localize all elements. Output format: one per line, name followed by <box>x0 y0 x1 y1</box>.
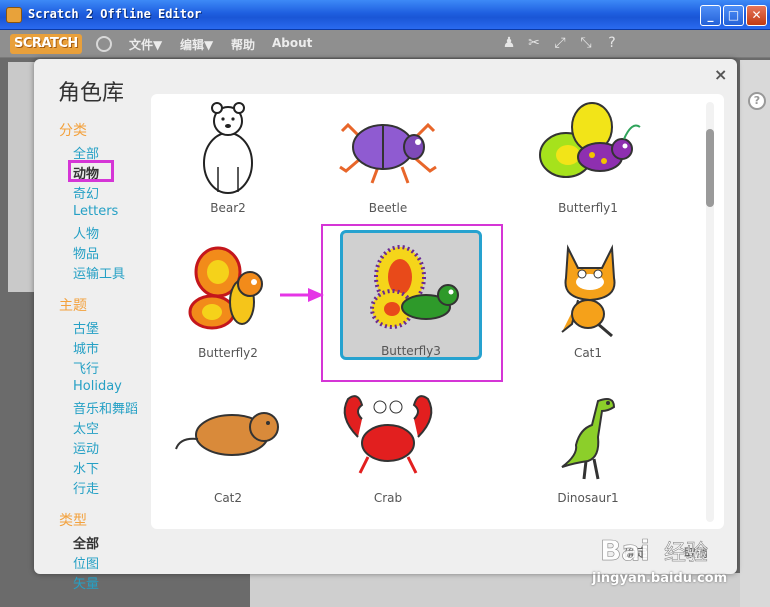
theme-castle[interactable]: 古堡 <box>73 318 99 337</box>
watermark-url: jingyan.baidu.com <box>592 571 728 586</box>
theme-heading: 主题 <box>59 298 87 314</box>
grow-icon[interactable]: ⤢ <box>552 35 568 51</box>
type-all[interactable]: 全部 <box>73 533 99 552</box>
sprite-label: Dinosaur1 <box>557 491 619 505</box>
svg-text:Bai: Bai <box>600 534 650 567</box>
scrollbar-thumb[interactable] <box>706 129 714 207</box>
sprite-beetle[interactable]: Beetle <box>317 97 459 227</box>
globe-icon[interactable] <box>96 36 112 52</box>
category-letters[interactable]: Letters <box>73 204 118 219</box>
menu-file[interactable]: 文件▼ <box>129 36 162 53</box>
sprite-label: Beetle <box>368 201 408 215</box>
sprite-cat1[interactable]: Cat1 <box>517 242 659 372</box>
theme-holiday[interactable]: Holiday <box>73 379 122 394</box>
dialog-close-icon[interactable]: × <box>714 65 727 84</box>
beetle-icon <box>339 122 437 184</box>
category-things[interactable]: 物品 <box>73 243 99 262</box>
sprite-label: Cat2 <box>213 491 243 505</box>
theme-city[interactable]: 城市 <box>73 338 99 357</box>
annotation-highlight-frame <box>321 224 503 382</box>
sprite-label: Butterfly2 <box>198 346 258 360</box>
scripts-area-background <box>740 60 770 607</box>
minimize-button[interactable]: _ <box>700 5 721 26</box>
sprite-butterfly1[interactable]: Butterfly1 <box>517 97 659 227</box>
menu-help[interactable]: 帮助 <box>231 36 255 53</box>
dinosaur-icon <box>561 398 616 480</box>
sprite-library-dialog: 角色库 × 分类 全部 动物 奇幻 Letters 人物 物品 运输工具 主题 … <box>34 59 737 592</box>
shrink-icon[interactable]: ⤡ <box>578 35 594 51</box>
theme-space[interactable]: 太空 <box>73 418 99 437</box>
cat-icon <box>175 412 279 456</box>
sprite-label: Cat1 <box>573 346 603 360</box>
maximize-button[interactable]: □ <box>723 5 744 26</box>
theme-music-dance[interactable]: 音乐和舞蹈 <box>73 398 138 417</box>
cat-icon <box>561 244 616 338</box>
sprite-cat2[interactable]: Cat2 <box>157 387 299 517</box>
svg-text:经验: 经验 <box>664 541 708 566</box>
butterfly-icon <box>539 102 641 178</box>
window-title: Scratch 2 Offline Editor <box>28 7 202 21</box>
scratch-logo[interactable]: SCRATCH <box>10 34 82 54</box>
type-heading: 类型 <box>59 513 87 529</box>
sprite-crab[interactable]: Crab <box>317 387 459 517</box>
sprite-label: Butterfly1 <box>558 201 618 215</box>
theme-walking[interactable]: 行走 <box>73 478 99 497</box>
arrow-right-icon <box>280 288 324 302</box>
close-window-button[interactable]: ✕ <box>746 5 767 26</box>
sprite-label: Crab <box>373 491 403 505</box>
dialog-title: 角色库 <box>58 81 125 106</box>
tips-help-icon[interactable]: ? <box>748 92 766 110</box>
category-people[interactable]: 人物 <box>73 223 99 242</box>
help-icon[interactable]: ? <box>604 35 620 51</box>
category-transportation[interactable]: 运输工具 <box>73 263 125 282</box>
menu-bar: SCRATCH 文件▼ 编辑▼ 帮助 About ♟ ✂ ⤢ ⤡ ? <box>0 30 770 58</box>
app-icon <box>6 7 22 23</box>
menu-about[interactable]: About <box>272 36 312 50</box>
theme-underwater[interactable]: 水下 <box>73 458 99 477</box>
butterfly-icon <box>188 246 263 330</box>
cut-icon[interactable]: ✂ <box>526 35 542 51</box>
theme-flying[interactable]: 飞行 <box>73 358 99 377</box>
type-bitmap[interactable]: 位图 <box>73 553 99 572</box>
sprite-dinosaur1[interactable]: Dinosaur1 <box>517 387 659 517</box>
selected-category-highlight <box>68 160 114 182</box>
type-vector[interactable]: 矢量 <box>73 573 99 592</box>
category-heading: 分类 <box>59 123 87 139</box>
sprite-butterfly2[interactable]: Butterfly2 <box>157 242 299 372</box>
bear-icon <box>203 102 253 194</box>
sprite-label: Bear2 <box>210 201 246 215</box>
category-fantasy[interactable]: 奇幻 <box>73 183 99 202</box>
duplicate-icon[interactable]: ♟ <box>501 35 517 51</box>
menu-edit[interactable]: 编辑▼ <box>180 36 213 53</box>
title-bar: Scratch 2 Offline Editor _ □ ✕ <box>0 0 770 30</box>
theme-sports[interactable]: 运动 <box>73 438 99 457</box>
crab-icon <box>343 395 433 474</box>
sprite-bear2[interactable]: Bear2 <box>157 97 299 227</box>
